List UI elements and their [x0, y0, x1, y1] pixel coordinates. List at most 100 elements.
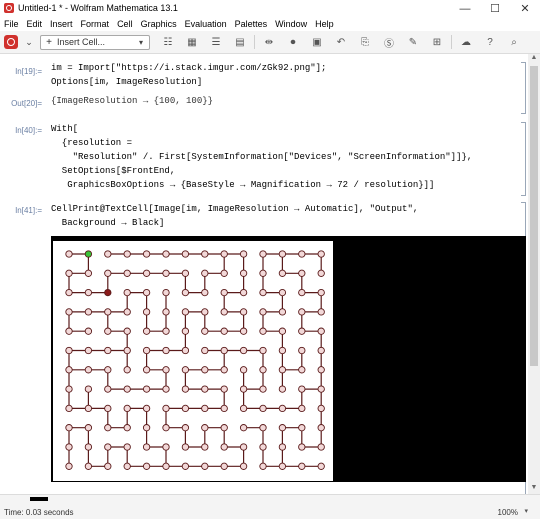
menu-help[interactable]: Help — [311, 19, 338, 29]
maze-node — [123, 269, 131, 277]
maze-node — [162, 308, 170, 316]
maze-node — [317, 443, 325, 451]
wolfram-logo-icon[interactable] — [4, 35, 18, 49]
text-cell-icon[interactable]: ☰ — [204, 34, 228, 50]
maze-node — [181, 462, 190, 470]
menu-graphics[interactable]: Graphics — [137, 19, 181, 29]
maximize-button[interactable]: ☐ — [480, 0, 510, 17]
maze-node — [123, 288, 131, 297]
vertical-scrollbar[interactable]: ▲ ▼ — [528, 54, 540, 494]
maze-start-node — [84, 250, 93, 258]
maze-node — [142, 424, 151, 432]
maze-node — [259, 346, 267, 355]
record-icon[interactable]: ⏺ — [281, 34, 305, 50]
maze-node — [239, 366, 248, 374]
maze-node — [104, 250, 112, 258]
menu-window[interactable]: Window — [271, 19, 311, 29]
in19-line2[interactable]: Options[im, ImageResolution] — [51, 77, 202, 88]
maze-node — [84, 308, 93, 316]
hscroll-thumb[interactable] — [30, 497, 48, 501]
maze-node — [162, 346, 170, 355]
search-icon[interactable]: ⌕ — [502, 34, 526, 50]
menu-cell[interactable]: Cell — [113, 19, 137, 29]
maze-node — [65, 443, 73, 451]
maze-node — [65, 250, 73, 258]
maze-node — [162, 269, 170, 277]
maze-node — [123, 443, 131, 451]
zoom-level[interactable]: 100% — [498, 508, 518, 517]
maze-node — [201, 288, 209, 297]
template-icon[interactable]: ⊞ — [425, 34, 449, 50]
in40-line3[interactable]: "Resolution" /. First[SystemInformation[… — [51, 152, 473, 163]
maze-node — [181, 288, 190, 297]
scroll-thumb[interactable] — [530, 66, 538, 366]
in40-line2[interactable]: {resolution = — [51, 138, 132, 149]
in19-line1[interactable]: im = Import["https://i.stack.imgur.com/z… — [51, 63, 326, 74]
maze-node — [142, 404, 151, 413]
cloud-upload-icon[interactable]: ☁ — [454, 34, 478, 50]
maze-node — [220, 424, 228, 432]
maze-node — [181, 327, 190, 335]
maze-node — [239, 250, 248, 258]
scroll-down-icon[interactable]: ▼ — [528, 484, 540, 494]
chevron-down-icon[interactable]: ⌄ — [22, 37, 36, 48]
maze-node — [181, 308, 190, 316]
evaluation-time: Time: 0.03 seconds — [4, 508, 74, 517]
maze-node — [201, 462, 209, 470]
menu-evaluation[interactable]: Evaluation — [181, 19, 231, 29]
maze-node — [239, 385, 248, 393]
maze-node — [123, 462, 131, 470]
maze-node — [162, 462, 170, 470]
maze-node — [181, 346, 190, 355]
link-icon[interactable]: ⎘ — [353, 34, 377, 50]
maze-node — [278, 385, 287, 393]
in41-line1[interactable]: CellPrint@TextCell[Image[im, ImageResolu… — [51, 204, 418, 215]
maze-node — [259, 250, 267, 258]
maze-node — [298, 327, 306, 335]
title-bar: Untitled-1 * - Wolfram Mathematica 13.1 … — [0, 0, 540, 18]
maze-node — [298, 366, 306, 374]
maze-node — [201, 250, 209, 258]
close-button[interactable]: ✕ — [510, 0, 540, 17]
maze-node — [162, 424, 170, 432]
menu-palettes[interactable]: Palettes — [231, 19, 272, 29]
in40-label: In[40]:= — [15, 126, 42, 135]
style-icon[interactable]: Ⓢ — [377, 34, 401, 50]
split-cell-icon[interactable]: ⇹ — [257, 34, 281, 50]
maze-node — [65, 346, 73, 355]
menu-file[interactable]: File — [0, 19, 23, 29]
cell-group-icon[interactable]: ▦ — [180, 34, 204, 50]
maze-node — [239, 288, 248, 297]
cell-list-icon[interactable]: ☷ — [156, 34, 180, 50]
scroll-up-icon[interactable]: ▲ — [528, 54, 540, 64]
maze-node — [317, 288, 325, 297]
in40-line4[interactable]: SetOptions[$FrontEnd, — [51, 166, 175, 177]
in40-line1[interactable]: With[ — [51, 124, 78, 135]
in41-line2[interactable]: Background → Black] — [51, 218, 165, 229]
maze-node — [317, 404, 325, 413]
menu-edit[interactable]: Edit — [23, 19, 47, 29]
undo-icon[interactable]: ↶ — [329, 34, 353, 50]
cell-bracket[interactable] — [521, 62, 526, 114]
minimize-button[interactable]: — — [450, 0, 480, 17]
in40-line5[interactable]: GraphicsBoxOptions → {BaseStyle → Magnif… — [51, 180, 434, 191]
help-icon[interactable]: ? — [478, 34, 502, 50]
maze-node — [142, 346, 151, 355]
format-icon[interactable]: ▣ — [305, 34, 329, 50]
menu-format[interactable]: Format — [77, 19, 114, 29]
maze-node — [317, 327, 325, 335]
maze-node — [162, 443, 170, 451]
insert-cell-dropdown[interactable]: + Insert Cell... ▾ — [40, 34, 150, 50]
section-icon[interactable]: ▤ — [228, 34, 252, 50]
chevron-down-icon[interactable]: ▾ — [524, 507, 528, 515]
maze-node — [65, 462, 73, 470]
horizontal-scrollbar[interactable] — [2, 497, 522, 503]
maze-node — [201, 366, 209, 374]
pencil-icon[interactable]: ✎ — [401, 34, 425, 50]
maze-node — [317, 462, 325, 470]
cell-bracket[interactable] — [521, 122, 526, 196]
maze-node — [278, 288, 287, 297]
maze-node — [65, 404, 73, 413]
maze-node — [298, 424, 306, 432]
menu-insert[interactable]: Insert — [46, 19, 77, 29]
